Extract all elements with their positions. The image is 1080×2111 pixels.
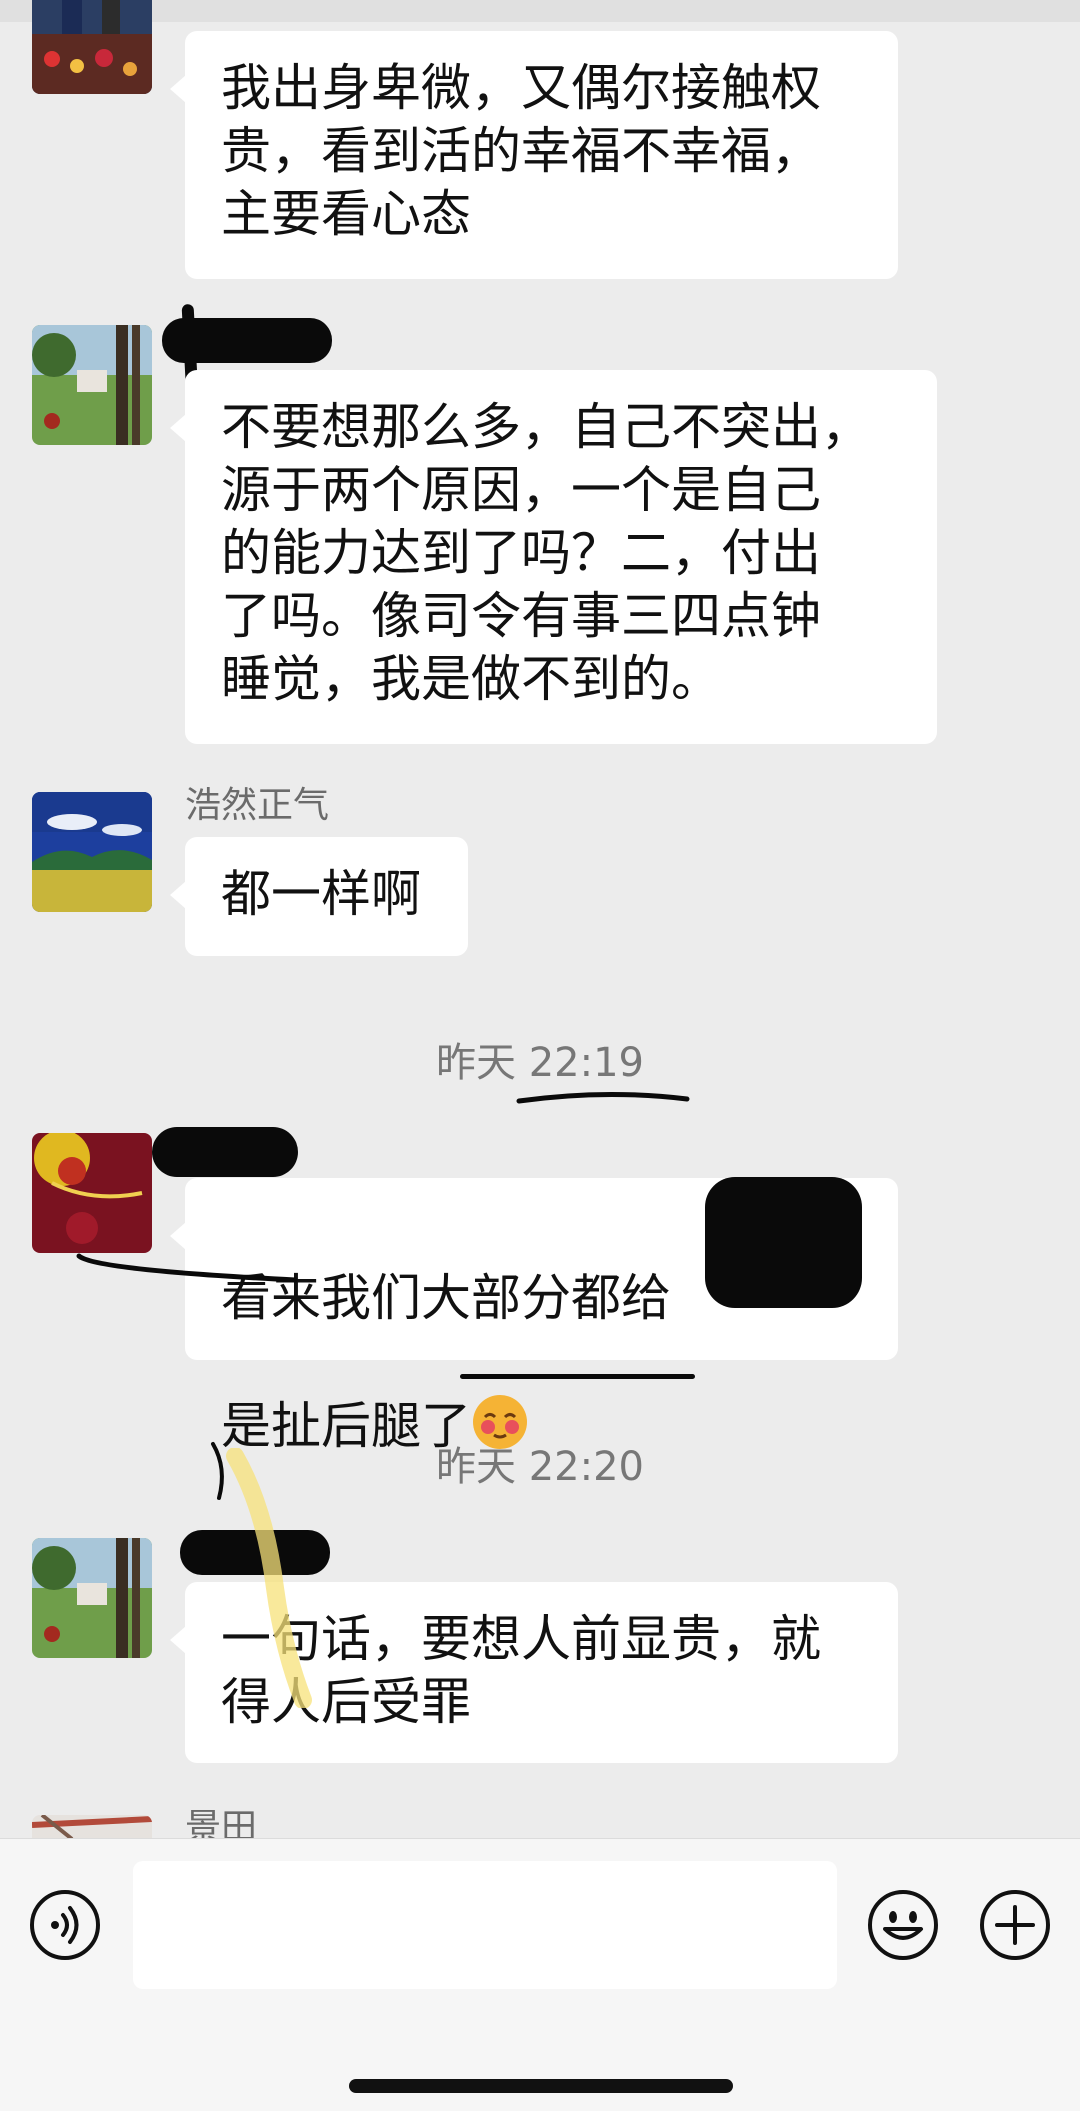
top-edge: [0, 0, 1080, 22]
voice-icon[interactable]: [29, 1889, 101, 1961]
input-bar: [0, 1838, 1080, 2111]
plus-icon[interactable]: [979, 1889, 1051, 1961]
sender-name: 景田: [185, 1807, 258, 1839]
underline-annotation: [460, 1374, 695, 1379]
avatar[interactable]: [32, 325, 152, 445]
home-indicator[interactable]: [349, 2079, 733, 2093]
message-bubble[interactable]: 都一样啊: [170, 837, 468, 956]
avatar[interactable]: [32, 1815, 152, 1838]
avatar[interactable]: [32, 792, 152, 912]
chat-area[interactable]: 我出身卑微，又偶尔接触权 贵，看到活的幸福不幸福， 主要看心态 不要想那么多，自…: [0, 0, 1080, 1838]
underline-annotation: [76, 1253, 298, 1283]
timestamp: 昨天 22:19: [436, 1040, 644, 1086]
message-bubble[interactable]: 我出身卑微，又偶尔接触权 贵，看到活的幸福不幸福， 主要看心态: [170, 31, 898, 279]
avatar[interactable]: [32, 1538, 152, 1658]
redaction-mark: [705, 1177, 862, 1308]
highlighter-annotation: [226, 1448, 312, 1708]
redaction-mark: [152, 1127, 298, 1177]
emoji-smile-icon[interactable]: [867, 1889, 939, 1961]
underline-annotation: [516, 1091, 690, 1104]
timestamp: 昨天 22:20: [436, 1444, 644, 1490]
avatar[interactable]: [32, 0, 152, 94]
avatar[interactable]: [32, 1133, 152, 1253]
sender-name: 浩然正气: [185, 785, 330, 826]
message-input[interactable]: [133, 1861, 837, 1989]
message-bubble[interactable]: 不要想那么多，自己不突出， 源于两个原因，一个是自己 的能力达到了吗？二，付出 …: [170, 370, 937, 744]
